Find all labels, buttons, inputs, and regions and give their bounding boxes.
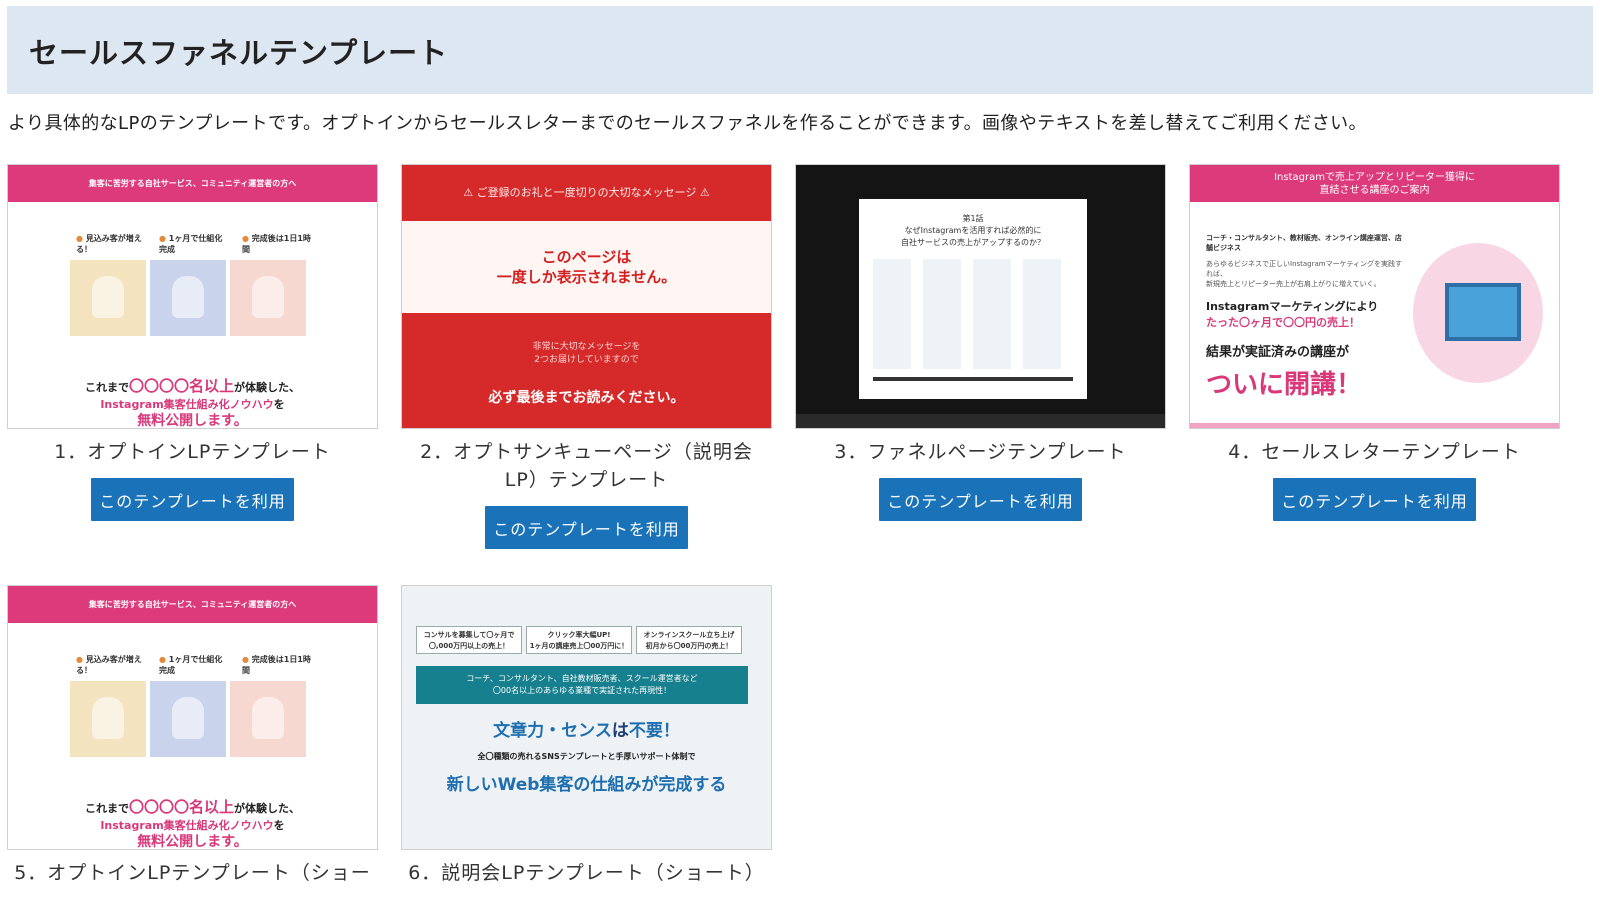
template-thumbnail[interactable]: ⚠ ご登録のお礼と一度切りの大切なメッセージ ⚠ このページは 一度しか表示され… bbox=[401, 164, 772, 429]
template-card-salesletter: Instagramで売上アップとリピーター獲得に 直結させる講座のご案内 コーチ… bbox=[1189, 164, 1560, 521]
marketing-illustration bbox=[1413, 243, 1543, 383]
section-description: より具体的なLPのテンプレートです。オプトインからセールスレターまでのセールスフ… bbox=[8, 113, 1367, 134]
template-caption: 5．オプトインLPテンプレート（ショー bbox=[14, 862, 371, 884]
thumb-text: 必ず最後までお読みください。 bbox=[488, 390, 685, 406]
video-screen: 第1話 なぜInstagramを活用すれば必然的に 自社サービスの売上がアップす… bbox=[859, 199, 1087, 399]
result-box: コンサルを募集して〇ヶ月で 〇,000万円以上の売上！ bbox=[416, 626, 522, 654]
thumb-banner: Instagramで売上アップとリピーター獲得に 直結させる講座のご案内 bbox=[1190, 165, 1559, 202]
thumb-banner: コーチ、コンサルタント、自社教材販売者、スクール運営者など 〇00名以上のあらゆ… bbox=[416, 666, 748, 704]
thumb-text: なぜInstagramを活用すれば必然的に bbox=[904, 226, 1042, 235]
thumb-text: 〇〇〇〇名以上 bbox=[128, 798, 234, 816]
thumb-text: ついに開講！ bbox=[1206, 370, 1363, 400]
template-card-thankyou: ⚠ ご登録のお礼と一度切りの大切なメッセージ ⚠ このページは 一度しか表示され… bbox=[401, 164, 772, 549]
clock-woman-illustration bbox=[230, 260, 306, 336]
section-header: セールスファネルテンプレート bbox=[7, 6, 1593, 94]
thumb-text: 無料公開します。 bbox=[137, 834, 248, 850]
thumb-banner: 集客に苦労する自社サービス、コミュニティ運営者の方へ bbox=[8, 586, 377, 623]
use-template-button[interactable]: このテンプレートを利用 bbox=[879, 478, 1082, 521]
template-thumbnail[interactable]: Instagramで売上アップとリピーター獲得に 直結させる講座のご案内 コーチ… bbox=[1189, 164, 1560, 429]
result-box: オンラインスクール立ち上げ 初月から〇00万円の売上！ bbox=[636, 626, 742, 654]
thumb-text: を bbox=[273, 398, 285, 411]
thumb-text: 全〇種類の売れるSNSテンプレートと手厚いサポート体制で bbox=[477, 752, 696, 761]
thumb-text: これまで bbox=[84, 381, 129, 394]
template-card-funnel: 第1話 なぜInstagramを活用すれば必然的に 自社サービスの売上がアップす… bbox=[795, 164, 1166, 521]
template-caption: 4．セールスレターテンプレート bbox=[1228, 441, 1521, 463]
thumb-label: 見込み客が増える！ bbox=[76, 654, 146, 676]
template-caption: 1．オプトインLPテンプレート bbox=[54, 441, 331, 463]
use-template-button[interactable]: このテンプレートを利用 bbox=[91, 478, 294, 521]
thumb-text: 直結させる講座のご案内 bbox=[1319, 185, 1430, 196]
thumb-text: Instagramで売上アップとリピーター獲得に bbox=[1274, 172, 1475, 183]
template-thumbnail[interactable]: 集客に苦労する自社サービス、コミュニティ運営者の方へ 見込み客が増える！ 1ヶ月… bbox=[7, 585, 378, 850]
shopping-family-illustration bbox=[70, 260, 146, 336]
template-caption: 2．オプトサンキューページ（説明会LP）テンプレート bbox=[420, 441, 753, 491]
thumb-headline: コーチ・コンサルタント、教材販売、オンライン講座運営、店舗ビジネス あらゆるビジ… bbox=[1206, 233, 1406, 401]
thumb-text: 〇〇〇〇名以上 bbox=[128, 377, 234, 395]
thumb-text: あらゆるビジネスで正しいInstagramマーケティングを実践すれば、 新規売上と… bbox=[1206, 260, 1403, 288]
thumb-text: これまで bbox=[84, 802, 129, 815]
use-template-button[interactable]: このテンプレートを利用 bbox=[1273, 478, 1476, 521]
thumb-text: 新しいWeb集客の仕組みが完成する bbox=[446, 775, 727, 795]
template-caption: 3．ファネルページテンプレート bbox=[834, 441, 1127, 463]
thumb-text: 自社サービスの売上がアップするのか？ bbox=[901, 238, 1045, 247]
template-card-optin-short: 集客に苦労する自社サービス、コミュニティ運営者の方へ 見込み客が増える！ 1ヶ月… bbox=[7, 585, 378, 887]
laptop-man-illustration bbox=[150, 260, 226, 336]
thumb-headline: 第1話 なぜInstagramを活用すれば必然的に 自社サービスの売上がアップす… bbox=[859, 213, 1087, 249]
shopping-family-illustration bbox=[70, 681, 146, 757]
thumb-headline: 文章力・センスは不要！ bbox=[493, 721, 680, 741]
template-caption: 6．説明会LPテンプレート（ショート） bbox=[408, 862, 765, 884]
result-boxes: コンサルを募集して〇ヶ月で 〇,000万円以上の売上！ クリック率大幅UP! 1ヶ月… bbox=[402, 586, 771, 654]
thumb-text: を bbox=[273, 819, 285, 832]
template-card-optin: 集客に苦労する自社サービス、コミュニティ運営者の方へ 見込み客が増える！ 1ヶ月… bbox=[7, 164, 378, 521]
thumb-text: が体験した、 bbox=[234, 802, 300, 815]
thumb-text: が体験した、 bbox=[234, 381, 300, 394]
template-card-briefing-short: コンサルを募集して〇ヶ月で 〇,000万円以上の売上！ クリック率大幅UP! 1ヶ月… bbox=[401, 585, 772, 887]
thumb-text: コーチ、コンサルタント、自社教材販売者、スクール運営者など bbox=[466, 674, 698, 683]
computer-icon bbox=[1445, 283, 1521, 341]
thumb-footer: 非常に大切なメッセージを 2つお届けしていますので 必ず最後までお読みください。 bbox=[402, 341, 771, 407]
thumb-footer-stripe bbox=[1190, 423, 1559, 428]
thumb-labels: 見込み客が増える！ 1ヶ月で仕組化完成 完成後は1日1時間 bbox=[8, 654, 377, 676]
template-thumbnail[interactable]: コンサルを募集して〇ヶ月で 〇,000万円以上の売上！ クリック率大幅UP! 1ヶ月… bbox=[401, 585, 772, 850]
thumb-text: 〇00名以上のあらゆる業種で実証された再現性！ bbox=[492, 686, 672, 695]
thumb-banner: ⚠ ご登録のお礼と一度切りの大切なメッセージ ⚠ bbox=[463, 186, 710, 199]
template-thumbnail[interactable]: 集客に苦労する自社サービス、コミュニティ運営者の方へ 見込み客が増える！ 1ヶ月… bbox=[7, 164, 378, 429]
thumb-text: コーチ・コンサルタント、教材販売、オンライン講座運営、店舗ビジネス bbox=[1206, 234, 1402, 252]
result-box: クリック率大幅UP! 1ヶ月の講座売上〇00万円に！ bbox=[526, 626, 632, 654]
thumb-text: このページは bbox=[541, 248, 632, 266]
thumb-label: 1ヶ月で仕組化完成 bbox=[159, 233, 229, 255]
thumb-text: Instagramマーケティングにより たった〇ヶ月で〇〇円の売上！ bbox=[1206, 300, 1379, 329]
thumb-headline: このページは 一度しか表示されません。 bbox=[402, 221, 771, 313]
thumb-illustrations bbox=[70, 260, 377, 336]
thumb-labels: 見込み客が増える！ 1ヶ月で仕組化完成 完成後は1日1時間 bbox=[8, 233, 377, 255]
thumb-label: 1ヶ月で仕組化完成 bbox=[159, 654, 229, 676]
thumb-label: 完成後は1日1時間 bbox=[242, 233, 312, 255]
thumb-label: 見込み客が増える！ bbox=[76, 233, 146, 255]
thumb-text: 無料公開します。 bbox=[137, 413, 248, 429]
thumb-text: 結果が実証済みの講座が bbox=[1206, 345, 1350, 360]
thumb-text: 第1話 bbox=[962, 214, 984, 223]
thumb-illustrations bbox=[70, 681, 377, 757]
thumb-text: Instagram集客仕組み化ノウハウ bbox=[100, 819, 274, 832]
theater-seats bbox=[796, 414, 1165, 428]
flow-diagram bbox=[873, 259, 1073, 369]
clock-woman-illustration bbox=[230, 681, 306, 757]
thumb-text: 一度しか表示されません。 bbox=[496, 268, 677, 286]
thumb-headline: これまで〇〇〇〇名以上が体験した、 Instagram集客仕組み化ノウハウを 無… bbox=[8, 378, 377, 429]
thumb-label: 完成後は1日1時間 bbox=[242, 654, 312, 676]
thumb-text: 非常に大切なメッセージを 2つお届けしていますので bbox=[532, 342, 641, 365]
use-template-button[interactable]: このテンプレートを利用 bbox=[485, 506, 688, 549]
template-thumbnail[interactable]: 第1話 なぜInstagramを活用すれば必然的に 自社サービスの売上がアップす… bbox=[795, 164, 1166, 429]
section-title: セールスファネルテンプレート bbox=[29, 36, 449, 70]
thumb-banner: 集客に苦労する自社サービス、コミュニティ運営者の方へ bbox=[8, 165, 377, 202]
video-progress-bar bbox=[873, 377, 1073, 381]
thumb-text: Instagram集客仕組み化ノウハウ bbox=[100, 398, 274, 411]
laptop-man-illustration bbox=[150, 681, 226, 757]
thumb-headline: これまで〇〇〇〇名以上が体験した、 Instagram集客仕組み化ノウハウを 無… bbox=[8, 799, 377, 850]
